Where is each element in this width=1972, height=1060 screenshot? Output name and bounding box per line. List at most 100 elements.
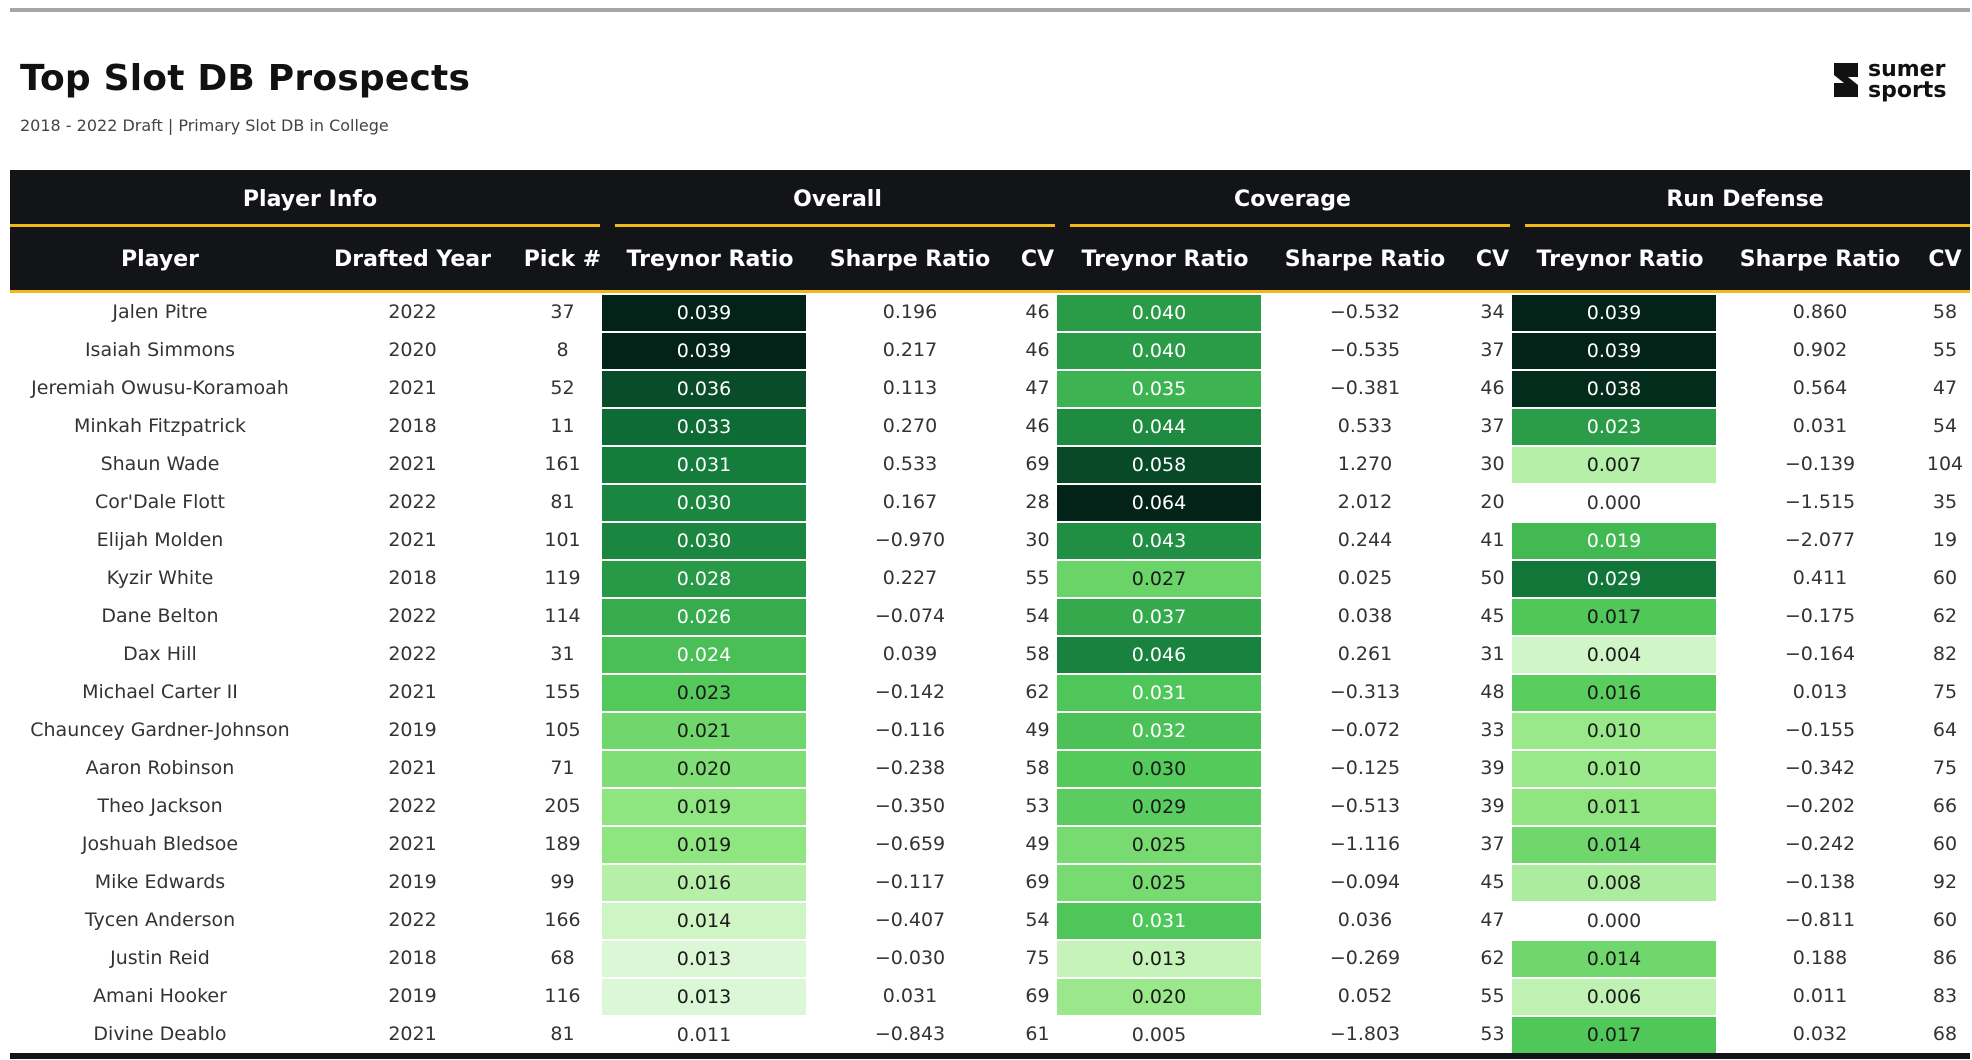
table-cell: −0.242	[1784, 833, 1856, 855]
table-cell: −0.094	[1329, 871, 1401, 893]
table-cell: −1.515	[1784, 491, 1856, 513]
table-cell: 114	[544, 605, 581, 627]
table-row[interactable]: Kyzir White 2018 119 0.028 0.227 55 0.027 0.025…	[10, 559, 1970, 597]
table-cell: 52	[550, 377, 575, 399]
table-row[interactable]: Jeremiah Owusu-Koramoah 2021 52 0.036 0.113 4…	[10, 369, 1970, 407]
table-cell: 0.533	[1337, 415, 1393, 437]
table-row[interactable]: Aaron Robinson 2021 71 0.020 −0.238 58 0.030 −0…	[10, 749, 1970, 787]
column-header-row: Player Drafted Year Pick # Treynor Ratio Sha…	[10, 228, 1970, 290]
table-cell: 2022	[388, 301, 437, 323]
heat-cell: 0.032	[1057, 713, 1261, 749]
heat-cell: 0.011	[676, 1024, 732, 1046]
table-cell: 2022	[388, 491, 437, 513]
heat-cell: 0.006	[1512, 979, 1716, 1015]
table-body: Jalen Pitre 2022 37 0.039 0.196 46 0.040 −0.532…	[10, 293, 1970, 1053]
player-name-cell: Shaun Wade	[100, 453, 220, 475]
heat-cell: 0.039	[1512, 295, 1716, 331]
heat-cell: 0.031	[1057, 903, 1261, 939]
table-row[interactable]: Amani Hooker 2019 116 0.013 0.031 69 0.020 0.05…	[10, 977, 1970, 1015]
heat-cell: 0.033	[602, 409, 806, 445]
column-header-9[interactable]: Treynor Ratio	[1520, 228, 1720, 290]
table-cell: −2.077	[1784, 529, 1856, 551]
table-cell: −0.139	[1784, 453, 1856, 475]
table-row[interactable]: Shaun Wade 2021 161 0.031 0.533 69 0.058 1.270 3…	[10, 445, 1970, 483]
table-cell: −0.142	[874, 681, 946, 703]
table-cell: 2022	[388, 795, 437, 817]
table-cell: 2019	[388, 719, 437, 741]
heat-cell: 0.010	[1512, 713, 1716, 749]
column-header-11[interactable]: CV	[1920, 228, 1970, 290]
column-header-4[interactable]: Sharpe Ratio	[810, 228, 1010, 290]
group-header-2: Coverage	[1234, 186, 1351, 212]
group-underline-1	[615, 224, 1055, 227]
heat-cell: 0.036	[602, 371, 806, 407]
table-row[interactable]: Joshuah Bledsoe 2021 189 0.019 −0.659 49 0.025…	[10, 825, 1970, 863]
column-header-7[interactable]: Sharpe Ratio	[1265, 228, 1465, 290]
table-row[interactable]: Jalen Pitre 2022 37 0.039 0.196 46 0.040 −0.532…	[10, 293, 1970, 331]
player-name-cell: Mike Edwards	[94, 871, 226, 893]
table-cell: 0.860	[1792, 301, 1848, 323]
table-cell: −1.803	[1329, 1023, 1401, 1045]
table-cell: 0.113	[882, 377, 938, 399]
page-subtitle: 2018 - 2022 Draft | Primary Slot DB in C…	[20, 116, 389, 135]
table-cell: −0.269	[1329, 947, 1401, 969]
column-header-0[interactable]: Player	[10, 228, 310, 290]
table-cell: 0.038	[1337, 605, 1393, 627]
table-row[interactable]: Michael Carter II 2021 155 0.023 −0.142 62 0.0…	[10, 673, 1970, 711]
logo-line-1: sumer	[1868, 57, 1946, 82]
table-cell: 75	[1932, 681, 1958, 703]
table-cell: 86	[1932, 947, 1958, 969]
table-row[interactable]: Divine Deablo 2021 81 0.011 −0.843 61 0.005 −1.…	[10, 1015, 1970, 1053]
table-row[interactable]: Chauncey Gardner-Johnson 2019 105 0.021 −0.1…	[10, 711, 1970, 749]
player-name-cell: Isaiah Simmons	[84, 339, 236, 361]
table-cell: 101	[544, 529, 581, 551]
table-row[interactable]: Dax Hill 2022 31 0.024 0.039 58 0.046 0.261 31 0.…	[10, 635, 1970, 673]
table-cell: 119	[544, 567, 581, 589]
prospects-table: Player Info Overall Coverage Run Defense Pl…	[10, 170, 1970, 1059]
group-header-row: Player Info Overall Coverage Run Defense	[10, 170, 1970, 228]
heat-cell: 0.035	[1057, 371, 1261, 407]
table-cell: 11	[550, 415, 575, 437]
player-name-cell: Tycen Anderson	[84, 909, 236, 931]
table-row[interactable]: Tycen Anderson 2022 166 0.014 −0.407 54 0.031 0…	[10, 901, 1970, 939]
heat-cell: 0.028	[602, 561, 806, 597]
player-name-cell: Minkah Fitzpatrick	[73, 415, 247, 437]
table-cell: 64	[1932, 719, 1958, 741]
heat-cell: 0.023	[1512, 409, 1716, 445]
table-cell: 0.025	[1337, 567, 1393, 589]
column-header-5[interactable]: CV	[1010, 228, 1065, 290]
column-header-2[interactable]: Pick #	[515, 228, 610, 290]
table-cell: 8	[556, 339, 569, 361]
table-row[interactable]: Minkah Fitzpatrick 2018 11 0.033 0.270 46 0.04…	[10, 407, 1970, 445]
heat-cell: 0.031	[602, 447, 806, 483]
table-row[interactable]: Cor'Dale Flott 2022 81 0.030 0.167 28 0.064 2.0…	[10, 483, 1970, 521]
table-row[interactable]: Dane Belton 2022 114 0.026 −0.074 54 0.037 0.03…	[10, 597, 1970, 635]
column-header-3[interactable]: Treynor Ratio	[610, 228, 810, 290]
heat-cell: 0.043	[1057, 523, 1261, 559]
table-cell: 2021	[388, 1023, 437, 1045]
table-row[interactable]: Isaiah Simmons 2020 8 0.039 0.217 46 0.040 −0.5…	[10, 331, 1970, 369]
player-name-cell: Michael Carter II	[82, 681, 238, 703]
table-row[interactable]: Mike Edwards 2019 99 0.016 −0.117 69 0.025 −0.0…	[10, 863, 1970, 901]
column-header-1[interactable]: Drafted Year	[310, 228, 515, 290]
table-cell: −0.125	[1329, 757, 1401, 779]
heat-cell: 0.039	[602, 333, 806, 369]
heat-cell: 0.011	[1512, 789, 1716, 825]
heat-cell: 0.019	[602, 789, 806, 825]
sumer-sports-logo: sumer sports	[1830, 56, 1960, 104]
table-row[interactable]: Elijah Molden 2021 101 0.030 −0.970 30 0.043 0.…	[10, 521, 1970, 559]
table-row[interactable]: Justin Reid 2018 68 0.013 −0.030 75 0.013 −0.26…	[10, 939, 1970, 977]
column-header-8[interactable]: CV	[1465, 228, 1520, 290]
table-cell: −0.238	[874, 757, 946, 779]
table-cell: 2018	[388, 415, 437, 437]
table-cell: −0.164	[1784, 643, 1856, 665]
heat-cell: 0.029	[1512, 561, 1716, 597]
heat-cell: 0.040	[1057, 295, 1261, 331]
heat-cell: 0.019	[602, 827, 806, 863]
column-header-10[interactable]: Sharpe Ratio	[1720, 228, 1920, 290]
table-cell: 2021	[388, 681, 437, 703]
heat-cell: 0.013	[602, 979, 806, 1015]
column-header-6[interactable]: Treynor Ratio	[1065, 228, 1265, 290]
table-row[interactable]: Theo Jackson 2022 205 0.019 −0.350 53 0.029 −0.…	[10, 787, 1970, 825]
table-cell: 0.227	[882, 567, 938, 589]
